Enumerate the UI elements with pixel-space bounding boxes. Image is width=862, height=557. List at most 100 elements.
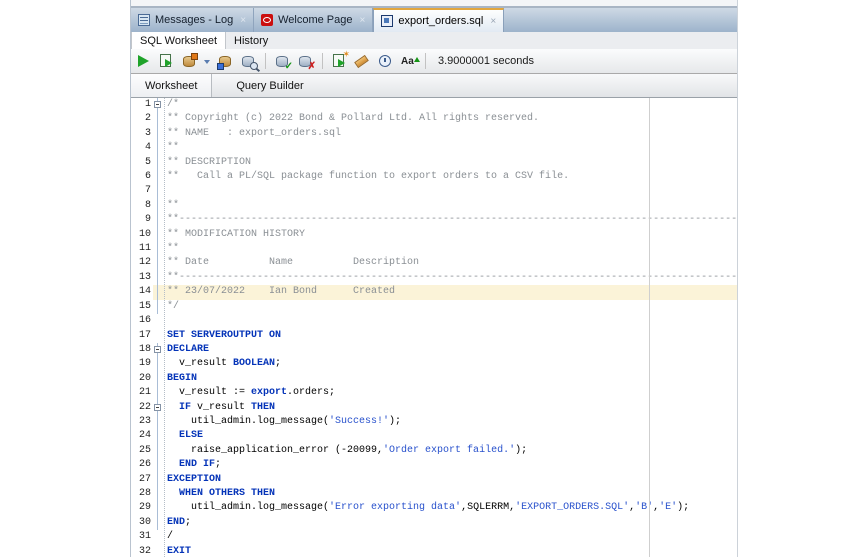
line-number: 6 — [144, 171, 151, 183]
line-number: 3 — [144, 127, 151, 139]
code-line[interactable]: 11 ** — [131, 242, 737, 257]
fold-gutter — [153, 472, 163, 488]
fold-gutter — [153, 141, 163, 157]
line-number: 22 — [138, 401, 151, 413]
code-line[interactable]: 32 EXIT — [131, 545, 737, 557]
code-line[interactable]: 20 BEGIN — [131, 371, 737, 387]
code-line[interactable]: 31 / — [131, 530, 737, 544]
line-number: 2 — [144, 113, 151, 125]
tab-messages-log[interactable]: Messages - Log × — [131, 8, 255, 32]
run-script-icon[interactable] — [158, 53, 175, 70]
code-line[interactable]: 5 ** DESCRIPTION — [131, 155, 737, 171]
code-line[interactable]: 30 END; — [131, 515, 737, 531]
code-line[interactable]: 21 v_result := export.orders; — [131, 386, 737, 401]
code-line[interactable]: 13 **------------------------------------… — [131, 270, 737, 286]
run-statement-icon[interactable] — [135, 53, 152, 70]
clear-icon[interactable] — [354, 53, 371, 70]
code-text: /* — [167, 99, 180, 110]
code-line[interactable]: 16 — [131, 314, 737, 328]
autotrace-dropdown-icon[interactable] — [204, 53, 211, 70]
code-text: WHEN OTHERS THEN — [179, 487, 276, 499]
code-text: **--------------------------------------… — [167, 214, 737, 226]
code-line[interactable]: 10 ** MODIFICATION HISTORY — [131, 227, 737, 243]
tab-label: Query Builder — [236, 79, 304, 92]
code-line[interactable]: 17 SET SERVEROUTPUT ON — [131, 329, 737, 343]
line-number: 5 — [144, 156, 151, 168]
tab-query-builder[interactable]: Query Builder — [222, 74, 317, 97]
close-icon[interactable]: × — [240, 15, 246, 26]
execution-time-label: 3.9000001 seconds — [438, 55, 535, 67]
code-line[interactable]: 26 END IF; — [131, 458, 737, 473]
sql-tuning-advisor-icon[interactable] — [240, 53, 258, 70]
code-line[interactable]: 29 util_admin.log_message('Error exporti… — [131, 501, 737, 517]
code-line[interactable]: 28 WHEN OTHERS THEN — [131, 486, 737, 502]
code-line[interactable]: 22 IF v_result THEN — [131, 400, 737, 416]
editor-tab-bar: Messages - Log × Welcome Page × export_o… — [131, 8, 737, 32]
tab-export-orders-sql[interactable]: export_orders.sql × — [373, 8, 505, 32]
sql-history-icon[interactable] — [377, 53, 394, 70]
change-case-icon[interactable]: Aa — [400, 53, 420, 70]
code-line[interactable]: 9 **-------------------------------------… — [131, 213, 737, 229]
line-number: 18 — [138, 343, 151, 355]
fold-gutter — [153, 299, 163, 315]
close-icon[interactable]: × — [490, 16, 496, 27]
line-number: 11 — [138, 243, 151, 255]
line-number: 1 — [144, 99, 151, 110]
code-text: **--------------------------------------… — [167, 271, 737, 283]
tab-welcome-page[interactable]: Welcome Page × — [254, 8, 374, 32]
code-editor[interactable]: 1 /* 2 ** Copyright (c) 2022 Bond & Pollard… — [131, 98, 737, 557]
fold-toggle-icon[interactable] — [154, 345, 161, 353]
toolbar-separator — [265, 53, 266, 69]
code-line[interactable]: 19 v_result BOOLEAN; — [131, 357, 737, 373]
fold-gutter — [153, 242, 163, 257]
commit-icon[interactable]: ✓ — [274, 53, 293, 71]
code-line[interactable]: 8 ** — [131, 198, 737, 214]
autotrace-icon[interactable] — [181, 52, 198, 70]
line-number: 10 — [138, 228, 151, 240]
toolbar-separator — [425, 53, 426, 69]
code-text: ** NAME : export_orders.sql — [167, 127, 342, 139]
fold-gutter — [153, 545, 163, 557]
fold-gutter — [153, 155, 163, 171]
fold-gutter — [153, 329, 163, 343]
fold-toggle-icon[interactable] — [154, 403, 161, 411]
code-text: util_admin.log_message('Success!'); — [167, 415, 402, 427]
fold-gutter — [153, 112, 163, 128]
code-text: EXCEPTION — [167, 473, 222, 485]
tab-label: export_orders.sql — [398, 15, 484, 27]
code-line[interactable]: 4 ** — [131, 141, 737, 157]
code-line[interactable]: 3 ** NAME : export_orders.sql — [131, 126, 737, 142]
tab-sql-worksheet[interactable]: SQL Worksheet — [131, 32, 227, 49]
tab-history[interactable]: History — [226, 32, 276, 49]
line-number: 7 — [144, 185, 151, 197]
fold-gutter — [153, 443, 163, 459]
code-text: */ — [167, 300, 180, 312]
unshared-worksheet-icon[interactable]: ✶ — [331, 49, 350, 70]
code-text: ** DESCRIPTION — [167, 156, 252, 168]
line-number: 12 — [138, 257, 151, 269]
code-line[interactable]: 23 util_admin.log_message('Success!'); — [131, 414, 737, 430]
code-text: ** — [167, 142, 180, 154]
code-line[interactable]: 27 EXCEPTION — [131, 472, 737, 488]
oracle-icon — [261, 14, 274, 26]
code-line[interactable]: 6 ** Call a PL/SQL package function to ex… — [131, 170, 737, 185]
fold-toggle-icon[interactable] — [154, 101, 161, 108]
close-icon[interactable]: × — [360, 15, 366, 26]
code-line[interactable]: 15 */ — [131, 299, 737, 315]
line-number: 19 — [138, 358, 151, 370]
code-line[interactable]: 7 — [131, 184, 737, 200]
tab-label: Welcome Page — [278, 14, 353, 26]
rollback-icon[interactable]: ✗ — [297, 53, 316, 71]
code-line[interactable]: 1 /* — [131, 98, 737, 113]
explain-plan-icon[interactable] — [217, 53, 234, 70]
code-line[interactable]: 2 ** Copyright (c) 2022 Bond & Pollard Lt… — [131, 112, 737, 128]
code-line[interactable]: 25 raise_application_error (-20099,'Orde… — [131, 443, 737, 459]
tab-worksheet[interactable]: Worksheet — [131, 74, 213, 97]
code-line[interactable]: 12 ** Date Name Description — [131, 256, 737, 272]
code-line[interactable]: 14 ** 23/07/2022 Ian Bond Created — [131, 285, 737, 301]
code-line[interactable]: 18 DECLARE — [131, 342, 737, 358]
code-line[interactable]: 24 ELSE — [131, 429, 737, 445]
line-number: 24 — [138, 430, 151, 442]
code-text: EXIT — [167, 545, 192, 557]
